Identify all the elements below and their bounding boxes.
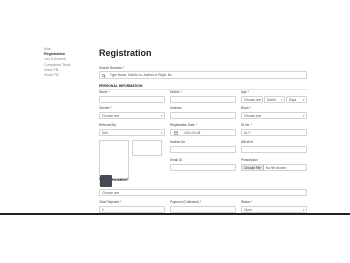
calendar-icon — [174, 131, 178, 135]
address-label: Address — [170, 106, 182, 110]
file-status: No file chosen — [266, 166, 287, 170]
registration-date-label-text: Registration Date — [170, 123, 195, 127]
id-no-value: Dr.Y — [244, 131, 251, 135]
required-mark: * — [110, 106, 112, 110]
gender-label-text: Gender — [99, 106, 110, 110]
signature-upload-box[interactable] — [132, 140, 162, 156]
camera-badge[interactable] — [100, 175, 112, 187]
required-mark: * — [120, 200, 122, 204]
search-label-text: Search Records — [99, 66, 122, 70]
section-divider — [99, 89, 307, 90]
referred-by-value: Self — [102, 131, 108, 135]
email-label: Email ID — [170, 158, 183, 162]
payment-collected-input[interactable] — [170, 206, 236, 213]
chevron-down-icon: ▾ — [302, 114, 305, 118]
abha-input[interactable] — [241, 146, 307, 153]
total-payment-label: Total Payment* — [99, 200, 121, 204]
mobile-label: Mobile* — [170, 90, 182, 94]
sidebar-item-show-fb[interactable]: Show FB — [44, 73, 89, 78]
block-select[interactable]: Choose one ▾ — [241, 112, 307, 119]
referred-by-label: Referred By — [99, 123, 117, 127]
block-label: Block* — [241, 106, 251, 110]
status-value: Open — [244, 208, 252, 212]
id-no-label-text: ID No. — [241, 123, 251, 127]
total-payment-input[interactable]: 0 — [99, 206, 165, 213]
choose-file-button[interactable]: Choose File — [242, 165, 265, 170]
required-mark: * — [249, 106, 252, 110]
age-days-value: Days — [289, 98, 297, 102]
registration-form: Registration Search Records* Type Name, … — [99, 45, 309, 215]
gender-value: Choose one — [102, 114, 120, 118]
address-input[interactable] — [170, 112, 236, 119]
age-unit-value: Choose one — [244, 98, 262, 102]
test-value: Choose one — [102, 191, 120, 195]
id-no-label: ID No.* — [241, 123, 252, 127]
status-label: Status* — [241, 200, 252, 204]
registration-date-value: 2024-04-08 — [184, 131, 201, 135]
chevron-down-icon: ▾ — [302, 98, 305, 102]
age-month-select[interactable]: Month ▾ — [264, 96, 285, 103]
search-placeholder: Type Name, Mobile no, Aadhar or Regd. No — [110, 73, 172, 77]
required-mark: * — [122, 66, 125, 70]
chevron-down-icon: ▾ — [160, 131, 163, 135]
age-label-text: Age — [241, 90, 247, 94]
status-select[interactable]: Open ▾ — [241, 206, 307, 213]
email-input[interactable] — [170, 164, 236, 171]
referred-by-select[interactable]: Self ▾ — [99, 129, 165, 136]
gender-select[interactable]: Choose one ▾ — [99, 112, 165, 119]
total-payment-label-text: Total Payment — [99, 200, 120, 204]
required-mark: * — [180, 90, 182, 94]
required-mark: * — [199, 200, 202, 204]
personal-section-title: PERSONAL INFORMATION — [99, 84, 143, 88]
aadhar-input[interactable] — [170, 146, 236, 153]
search-input[interactable]: Type Name, Mobile no, Aadhar or Regd. No — [99, 71, 307, 79]
sidebar-nav: Mas Registration List & Actions Complete… — [44, 47, 89, 78]
total-payment-value: 0 — [102, 208, 104, 212]
registration-date-input[interactable]: 2024-04-08 — [170, 129, 236, 136]
test-select[interactable]: Choose one — [99, 189, 307, 196]
payment-collected-label-text: Payment (Collected) — [170, 200, 199, 204]
required-mark: * — [251, 200, 253, 204]
search-label: Search Records* — [99, 66, 124, 70]
mobile-input[interactable] — [170, 96, 236, 103]
age-days-select[interactable]: Days ▾ — [286, 96, 307, 103]
aadhar-label: Aadhar No — [170, 140, 186, 144]
age-month-value: Month — [267, 98, 276, 102]
chevron-down-icon: ▾ — [160, 114, 163, 118]
registration-date-label: Registration Date* — [170, 123, 197, 127]
chevron-down-icon: ▾ — [280, 98, 283, 102]
age-input[interactable]: Choose one — [241, 96, 263, 103]
mobile-label-text: Mobile — [170, 90, 180, 94]
required-mark: * — [247, 90, 249, 94]
search-icon — [102, 73, 106, 78]
bottom-divider — [0, 213, 350, 215]
required-mark: * — [195, 123, 197, 127]
status-label-text: Status — [241, 200, 251, 204]
prescription-label: Prescription — [241, 158, 258, 162]
name-input[interactable] — [99, 96, 165, 103]
gender-label: Gender* — [99, 106, 112, 110]
required-mark: * — [108, 90, 110, 94]
photo-upload-box[interactable] — [99, 140, 129, 180]
id-no-input[interactable]: Dr.Y — [241, 129, 307, 136]
name-label-text: Name — [99, 90, 108, 94]
prescription-file-input[interactable]: Choose File No file chosen — [241, 164, 307, 171]
name-label: Name* — [99, 90, 110, 94]
age-label: Age* — [241, 90, 249, 94]
block-label-text: Block — [241, 106, 249, 110]
abha-label: ABHA Id — [241, 140, 254, 144]
payment-collected-label: Payment (Collected)* — [170, 200, 201, 204]
page-title: Registration — [99, 48, 152, 58]
block-value: Choose one — [244, 114, 262, 118]
required-mark: * — [251, 123, 253, 127]
